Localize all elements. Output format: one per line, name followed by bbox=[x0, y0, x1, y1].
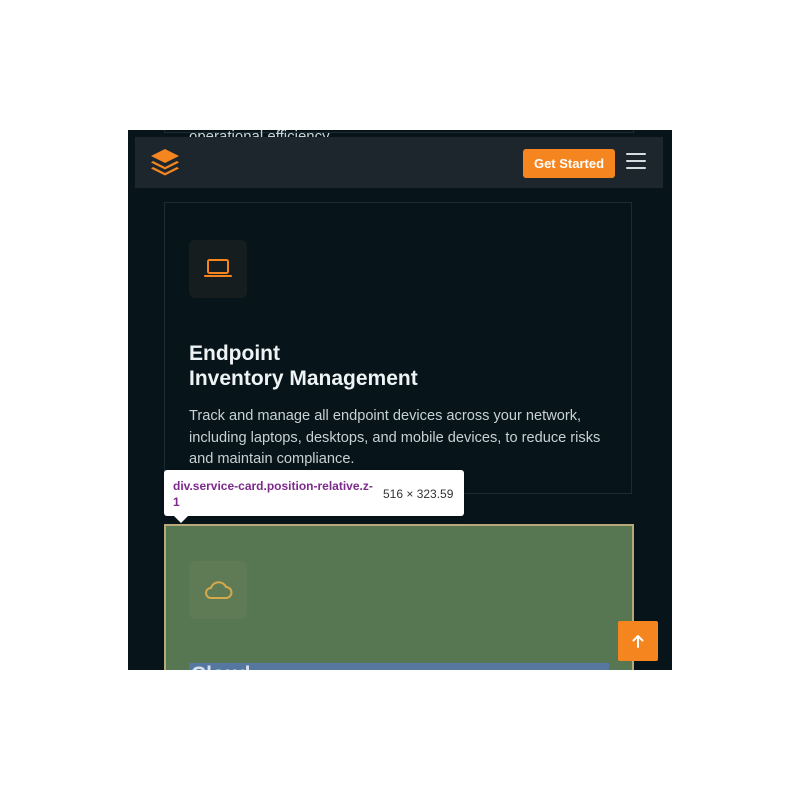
card-description: Track and manage all endpoint devices ac… bbox=[189, 408, 601, 467]
hamburger-menu-icon[interactable] bbox=[626, 153, 646, 169]
laptop-icon bbox=[204, 259, 232, 277]
card-title: Endpoint Inventory Management bbox=[189, 341, 609, 391]
card-title: Cloud bbox=[191, 662, 250, 670]
service-card-endpoint: Endpoint Inventory Management Track and … bbox=[164, 202, 632, 494]
get-started-button[interactable]: Get Started bbox=[523, 149, 615, 178]
card-icon-box bbox=[189, 561, 247, 619]
page-viewport: operational efficiency. Get Started Endp… bbox=[128, 130, 672, 670]
navbar: Get Started bbox=[135, 137, 663, 188]
cloud-icon bbox=[205, 581, 233, 599]
arrow-up-icon bbox=[632, 635, 644, 648]
card-title-line-2: Inventory Management bbox=[189, 367, 418, 390]
card-title-line-1: Endpoint bbox=[189, 342, 280, 365]
tooltip-selector: div.service-card.position-relative.z-1 bbox=[173, 479, 373, 509]
tooltip-dimensions: 516 × 323.59 bbox=[383, 487, 454, 501]
layers-logo-icon[interactable] bbox=[148, 146, 182, 180]
service-card-cloud: Cloud bbox=[164, 524, 634, 670]
scroll-to-top-button[interactable] bbox=[618, 621, 658, 661]
highlighted-title-region bbox=[189, 663, 609, 670]
card-icon-box bbox=[189, 240, 247, 298]
devtools-inspector-tooltip: div.service-card.position-relative.z-1 5… bbox=[164, 470, 464, 523]
